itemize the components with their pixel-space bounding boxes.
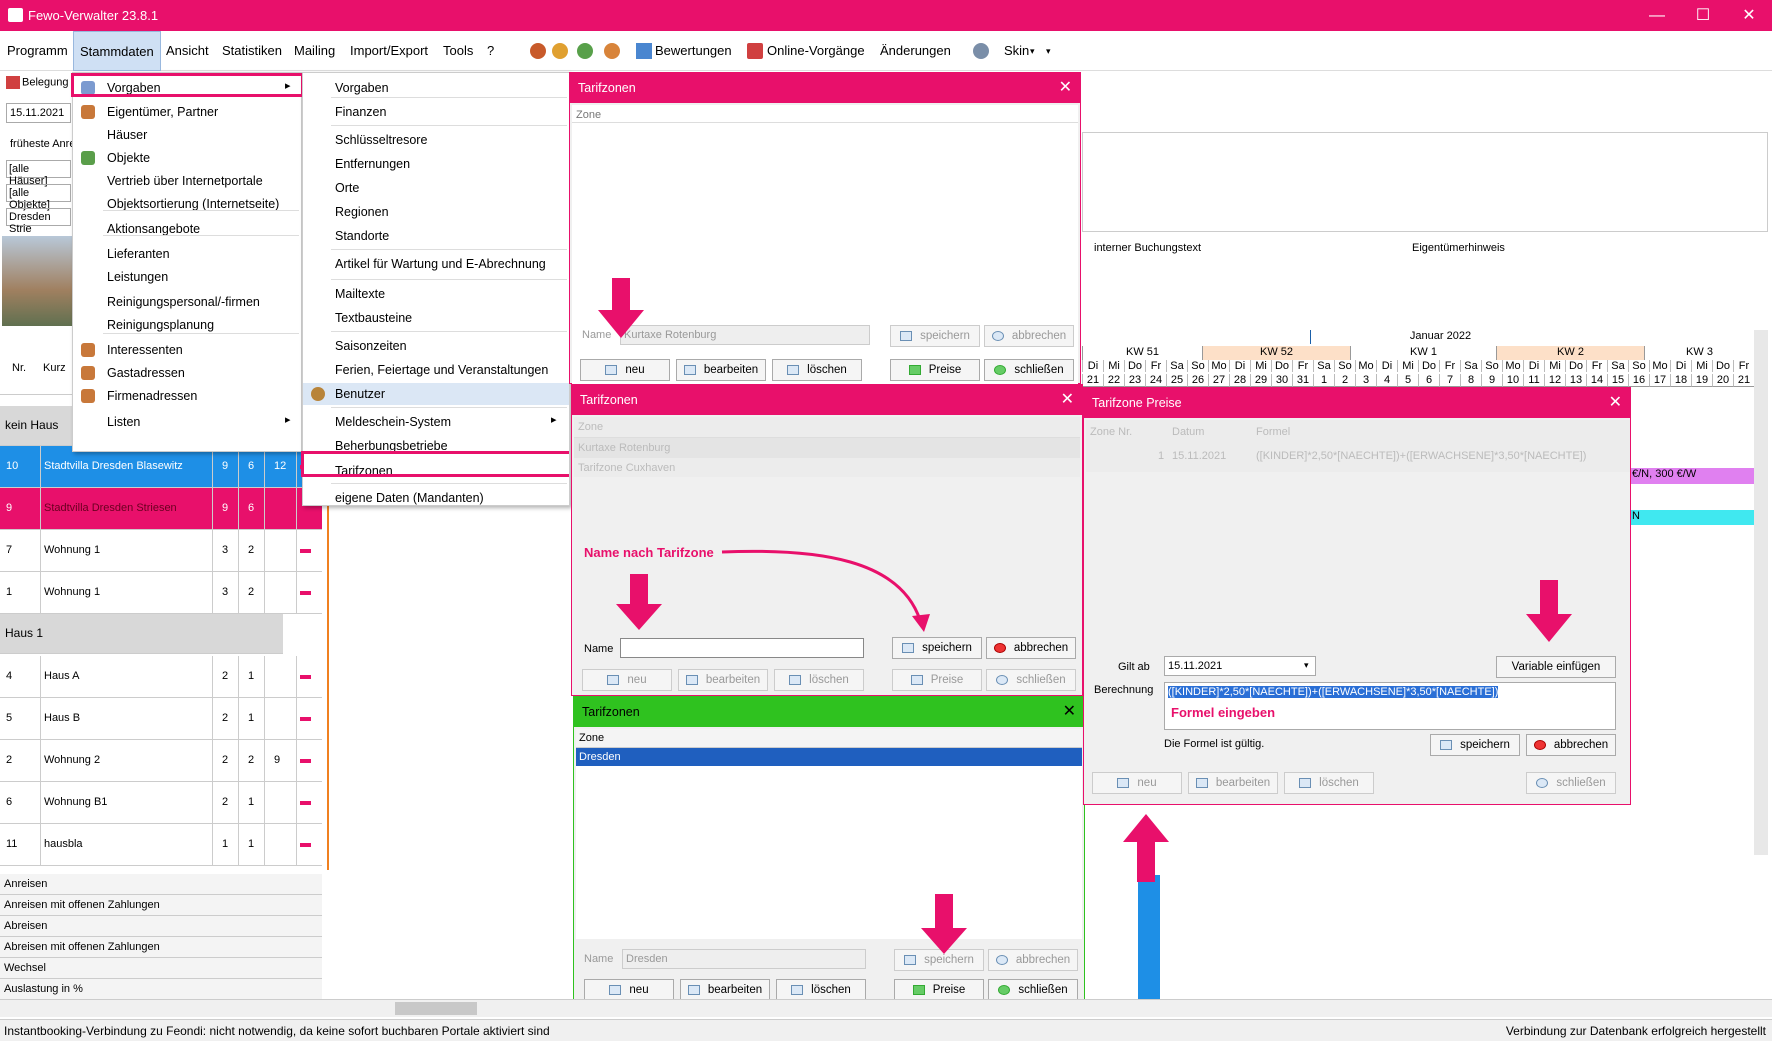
- arrow-head-icon: [912, 614, 930, 632]
- status-text: Verbindung zur Datenbank erfolgreich her…: [1505, 1024, 1766, 1038]
- annotation-arrows: [598, 278, 1572, 954]
- status-text: Instantbooking-Verbindung zu Feondi: nic…: [4, 1024, 550, 1038]
- arrow-down-icon: [1526, 580, 1572, 642]
- curved-arrow: [721, 549, 922, 621]
- arrow-down-icon: [598, 278, 644, 338]
- arrow-up-icon: [1123, 814, 1169, 882]
- scroll-thumb[interactable]: [395, 1002, 477, 1015]
- status-bar: Instantbooking-Verbindung zu Feondi: nic…: [0, 1019, 1772, 1041]
- horizontal-scrollbar[interactable]: [0, 999, 1772, 1017]
- arrow-down-icon: [616, 574, 662, 630]
- arrow-down-icon: [921, 894, 967, 954]
